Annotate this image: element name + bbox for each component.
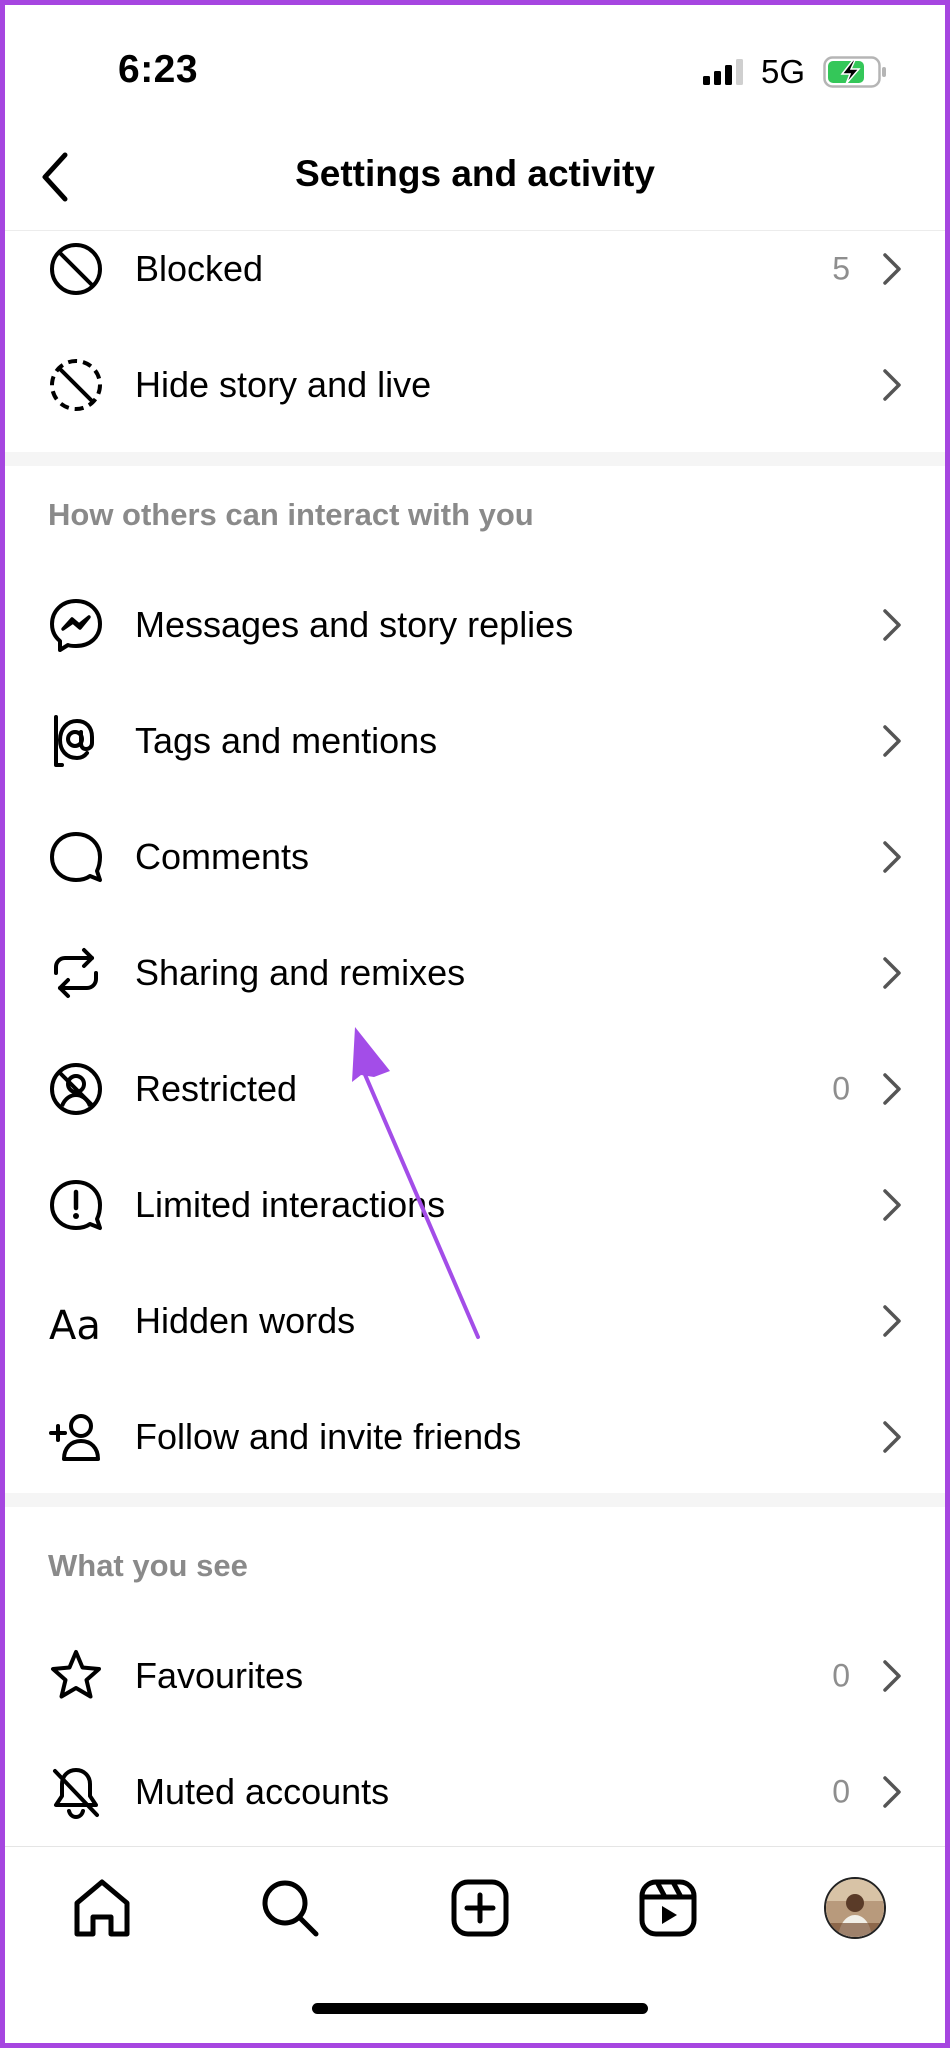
section-header-interact: How others can interact with you [48,497,534,532]
row-label: Hidden words [135,1300,356,1341]
muted-bell-icon [47,1763,105,1821]
chevron-right-icon [881,721,905,761]
messenger-icon [47,596,105,654]
row-comments[interactable]: Comments [5,799,945,915]
star-icon [47,1647,105,1705]
profile-avatar [824,1877,886,1939]
row-label: Muted accounts [135,1771,390,1812]
at-sign-icon [47,712,105,770]
row-blocked[interactable]: Blocked 5 [5,211,945,327]
reels-icon [639,1879,697,1937]
row-label: Restricted [135,1068,298,1109]
chevron-right-icon [881,1301,905,1341]
repost-icon [47,944,105,1002]
page-title: Settings and activity [295,153,655,194]
tab-profile[interactable] [820,1873,890,1943]
chevron-right-icon [881,1772,905,1812]
comment-icon [47,828,105,886]
chevron-right-icon [881,365,905,405]
tab-reels[interactable] [633,1873,703,1943]
battery-icon [823,56,887,88]
row-count: 5 [832,250,850,287]
network-type: 5G [760,53,805,90]
home-icon [74,1879,130,1937]
row-tags-mentions[interactable]: Tags and mentions [5,683,945,799]
chevron-right-icon [881,1417,905,1457]
chevron-right-icon [881,605,905,645]
row-sharing-remixes[interactable]: Sharing and remixes [5,915,945,1031]
search-icon [262,1880,319,1937]
bottom-tab-bar [5,1846,945,2007]
limited-interactions-icon [47,1176,105,1234]
home-indicator [312,2003,648,2014]
row-hide-story[interactable]: Hide story and live [5,327,945,443]
row-label: Comments [135,836,310,877]
row-hidden-words[interactable]: Aa Hidden words [5,1263,945,1379]
row-restricted[interactable]: Restricted 0 [5,1031,945,1147]
phone-screen: 6:23 5G Settings and activity Blocked 5 … [0,0,950,2048]
row-follow-invite[interactable]: Follow and invite friends [5,1379,945,1495]
status-time: 6:23 [118,48,199,91]
tab-create[interactable] [445,1873,515,1943]
hide-story-icon [47,356,105,414]
chevron-right-icon [881,249,905,289]
row-muted-accounts[interactable]: Muted accounts 0 [5,1734,945,1850]
section-divider [5,1493,945,1507]
chevron-right-icon [881,837,905,877]
row-messages[interactable]: Messages and story replies [5,567,945,683]
row-count: 0 [832,1657,850,1694]
row-label: Messages and story replies [135,604,574,645]
chevron-right-icon [881,953,905,993]
cellular-signal-icon [702,59,743,85]
chevron-right-icon [881,1656,905,1696]
row-count: 0 [832,1070,850,1107]
section-header-what-you-see: What you see [48,1548,248,1583]
create-icon [451,1879,509,1937]
row-count: 0 [832,1773,850,1810]
restricted-icon [47,1060,105,1118]
row-favourites[interactable]: Favourites 0 [5,1618,945,1734]
tab-home[interactable] [67,1873,137,1943]
block-icon [47,240,105,298]
tab-search[interactable] [255,1873,325,1943]
row-label: Hide story and live [135,364,432,405]
section-divider [5,452,945,466]
row-label: Tags and mentions [135,720,438,761]
hidden-words-icon: Aa [47,1292,105,1350]
row-label: Sharing and remixes [135,952,466,993]
row-label: Blocked [135,248,264,289]
row-label: Follow and invite friends [135,1416,522,1457]
chevron-right-icon [881,1069,905,1109]
row-label: Limited interactions [135,1184,446,1225]
chevron-right-icon [881,1185,905,1225]
add-person-icon [47,1408,105,1466]
row-limited-interactions[interactable]: Limited interactions [5,1147,945,1263]
svg-text:Aa: Aa [49,1303,101,1349]
status-indicators: 5G [702,53,887,91]
row-label: Favourites [135,1655,304,1696]
status-bar: 6:23 5G [5,5,945,135]
